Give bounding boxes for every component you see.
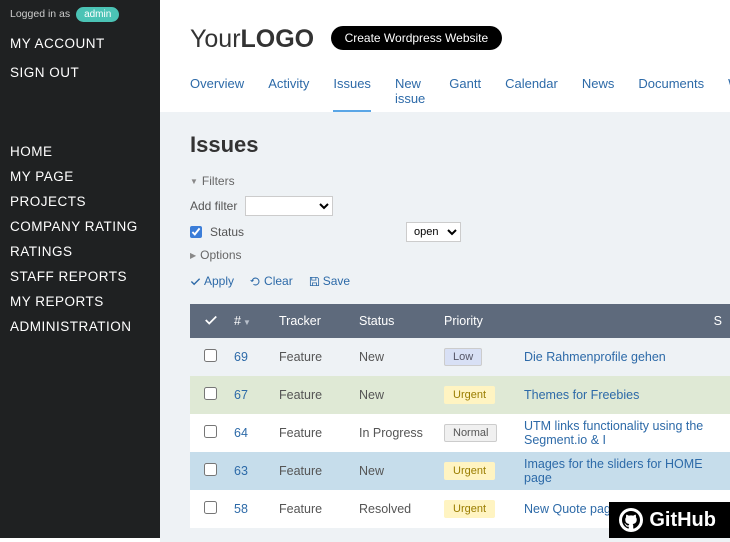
tab-overview[interactable]: Overview: [190, 76, 244, 112]
login-user-badge[interactable]: admin: [76, 7, 119, 22]
nav-my-page[interactable]: MY PAGE: [10, 169, 160, 184]
main-area: YourLOGO Create Wordpress Website Overvi…: [160, 0, 730, 538]
tab-issues[interactable]: Issues: [333, 76, 371, 112]
row-checkbox[interactable]: [204, 349, 217, 362]
triangle-right-icon: ▶: [190, 251, 196, 260]
header-checkbox[interactable]: [204, 313, 234, 330]
header-priority[interactable]: Priority: [444, 314, 524, 328]
status-checkbox[interactable]: [190, 226, 202, 238]
row-checkbox[interactable]: [204, 463, 217, 476]
logo: YourLOGO: [190, 25, 314, 53]
issue-id-link[interactable]: 67: [234, 388, 248, 402]
nav-company-rating[interactable]: COMPANY RATING: [10, 219, 160, 234]
issue-id-link[interactable]: 69: [234, 350, 248, 364]
login-status: Logged in as admin: [10, 7, 160, 22]
issue-status: New: [359, 350, 444, 364]
filters-toggle[interactable]: ▼ Filters: [190, 174, 730, 188]
issue-subject-link[interactable]: Themes for Freebies: [524, 388, 639, 402]
priority-badge: Urgent: [444, 462, 495, 480]
tab-gantt[interactable]: Gantt: [449, 76, 481, 112]
priority-badge: Urgent: [444, 500, 495, 518]
tab-new-issue[interactable]: New issue: [395, 76, 425, 112]
priority-badge: Low: [444, 348, 482, 366]
sort-down-icon: ▼: [243, 318, 251, 327]
add-filter-label: Add filter: [190, 199, 237, 213]
issue-id-link[interactable]: 64: [234, 426, 248, 440]
row-checkbox[interactable]: [204, 501, 217, 514]
nav-ratings[interactable]: RATINGS: [10, 244, 160, 259]
table-row: 67 FeatureNewUrgent Themes for Freebies: [190, 376, 730, 414]
github-label: GitHub: [649, 509, 716, 532]
tab-activity[interactable]: Activity: [268, 76, 309, 112]
header-status[interactable]: Status: [359, 314, 444, 328]
my-account-link[interactable]: MY ACCOUNT: [10, 36, 160, 51]
header: YourLOGO Create Wordpress Website Overvi…: [160, 0, 730, 112]
page-title: Issues: [190, 132, 730, 158]
issue-status: Resolved: [359, 502, 444, 516]
row-checkbox[interactable]: [204, 387, 217, 400]
header-id[interactable]: #▼: [234, 314, 279, 328]
login-prefix: Logged in as: [10, 8, 70, 20]
reload-icon: [250, 276, 261, 287]
issues-table: #▼ Tracker Status Priority S 69FeatureNe…: [190, 304, 730, 528]
save-icon: [309, 276, 320, 287]
check-icon: [204, 313, 218, 327]
issue-status: In Progress: [359, 426, 444, 440]
nav-staff-reports[interactable]: STAFF REPORTS: [10, 269, 160, 284]
status-label: Status: [210, 225, 244, 239]
table-header: #▼ Tracker Status Priority S: [190, 304, 730, 338]
priority-badge: Urgent: [444, 386, 495, 404]
github-badge[interactable]: GitHub: [609, 502, 730, 538]
issue-tracker: Feature: [279, 464, 359, 478]
sign-out-link[interactable]: SIGN OUT: [10, 65, 160, 80]
header-subject[interactable]: S: [524, 314, 730, 328]
tab-news[interactable]: News: [582, 76, 615, 112]
row-checkbox[interactable]: [204, 425, 217, 438]
header-tracker[interactable]: Tracker: [279, 314, 359, 328]
issue-status: New: [359, 388, 444, 402]
table-row: 63 FeatureNewUrgent Images for the sliders…: [190, 452, 730, 490]
issue-subject-link[interactable]: Images for the sliders for HOME page: [524, 457, 703, 485]
add-filter-select[interactable]: [245, 196, 333, 216]
table-row: 64 FeatureIn ProgressNormal UTM links func…: [190, 414, 730, 452]
issue-subject-link[interactable]: UTM links functionality using the Segmen…: [524, 419, 703, 447]
nav-home[interactable]: HOME: [10, 144, 160, 159]
status-select[interactable]: open: [406, 222, 461, 242]
check-icon: [190, 276, 201, 287]
issue-id-link[interactable]: 58: [234, 502, 248, 516]
priority-badge: Normal: [444, 424, 497, 442]
tab-bar: Overview Activity Issues New issue Gantt…: [190, 76, 730, 112]
cta-button[interactable]: Create Wordpress Website: [331, 26, 503, 50]
triangle-down-icon: ▼: [190, 177, 198, 186]
github-icon: [619, 508, 643, 532]
issue-tracker: Feature: [279, 350, 359, 364]
options-toggle[interactable]: ▶ Options: [190, 248, 730, 262]
sidebar: Logged in as admin MY ACCOUNT SIGN OUT H…: [0, 0, 160, 538]
filter-actions: Apply Clear Save: [190, 274, 730, 288]
apply-button[interactable]: Apply: [190, 274, 234, 288]
nav-my-reports[interactable]: MY REPORTS: [10, 294, 160, 309]
issue-id-link[interactable]: 63: [234, 464, 248, 478]
issue-tracker: Feature: [279, 426, 359, 440]
issue-tracker: Feature: [279, 388, 359, 402]
content: Issues ▼ Filters Add filter Status open …: [160, 112, 730, 542]
clear-button[interactable]: Clear: [250, 274, 293, 288]
tab-documents[interactable]: Documents: [638, 76, 704, 112]
table-row: 69 FeatureNewLow Die Rahmenprofile gehen: [190, 338, 730, 376]
save-button[interactable]: Save: [309, 274, 350, 288]
issue-subject-link[interactable]: Die Rahmenprofile gehen: [524, 350, 666, 364]
issue-status: New: [359, 464, 444, 478]
issue-tracker: Feature: [279, 502, 359, 516]
nav-administration[interactable]: ADMINISTRATION: [10, 319, 160, 334]
nav-projects[interactable]: PROJECTS: [10, 194, 160, 209]
tab-calendar[interactable]: Calendar: [505, 76, 558, 112]
